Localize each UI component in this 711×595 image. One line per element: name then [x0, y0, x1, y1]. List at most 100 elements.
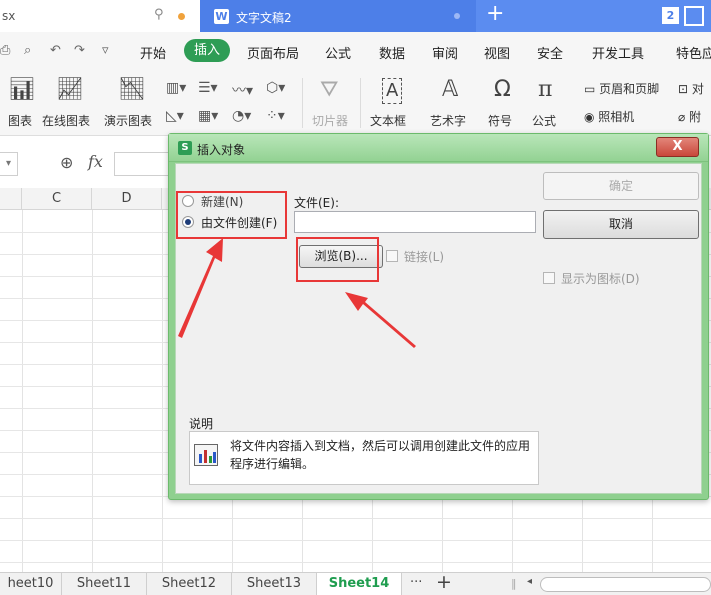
file-label: 文件(E):: [294, 196, 339, 210]
menu-review[interactable]: 审阅: [432, 43, 458, 62]
redo-icon[interactable]: ↷: [74, 43, 85, 58]
camera-label: 照相机: [598, 110, 635, 124]
link-label: 链接(L): [404, 250, 445, 264]
menu-features[interactable]: 特色应: [676, 43, 711, 62]
column-chart-dropdown[interactable]: ▥▾: [166, 80, 186, 96]
slicer-button[interactable]: ⛛ 切片器: [310, 68, 356, 136]
window-count-badge[interactable]: 2: [662, 7, 679, 24]
equation-button[interactable]: π 公式: [532, 68, 576, 136]
text-box-icon: A: [382, 78, 403, 104]
stock-chart-dropdown[interactable]: ▦▾: [198, 108, 218, 124]
cancel-button[interactable]: 取消: [543, 210, 699, 239]
grid-line: [0, 518, 711, 519]
dialog-title: 插入对象: [197, 143, 246, 157]
sheet-tab-bar: heet10 Sheet11 Sheet12 Sheet13 Sheet14 ·…: [0, 571, 711, 595]
window-layout-icon[interactable]: [684, 6, 704, 26]
new-tab-button[interactable]: +: [486, 3, 504, 25]
file-tab-spreadsheet[interactable]: sx ⚲: [0, 0, 200, 32]
insert-ribbon: 📊︎ 图表 📈︎ 在线图表 📉︎ 演示图表 ▥▾ ☰▾ 〰▾ ⬡▾ ◺▾ ▦▾ …: [0, 68, 711, 136]
zoom-icon[interactable]: ⊕: [60, 153, 73, 172]
column-header-d[interactable]: D: [92, 188, 162, 210]
display-as-icon-label: 显示为图标(D): [561, 272, 640, 286]
display-as-icon-checkbox[interactable]: [543, 272, 555, 284]
menu-home[interactable]: 开始: [140, 43, 166, 62]
demo-chart-icon: 📉︎: [118, 77, 146, 102]
file-tab-document[interactable]: W 文字文稿2: [200, 0, 476, 32]
close-button[interactable]: X: [656, 137, 699, 157]
ok-button[interactable]: 确定: [543, 172, 699, 200]
chart-button[interactable]: 📊︎ 图表: [0, 68, 38, 136]
dialog-title-bar[interactable]: S 插入对象 X: [169, 134, 708, 162]
column-header-partial[interactable]: [0, 188, 22, 210]
menu-data[interactable]: 数据: [379, 43, 405, 62]
object-chart-icon: [194, 444, 218, 466]
scroll-split-handle-icon[interactable]: ‖: [511, 577, 517, 590]
menu-insert[interactable]: 插入: [184, 39, 230, 62]
sheet-tab[interactable]: Sheet11: [62, 573, 147, 595]
area-chart-dropdown[interactable]: ◺▾: [166, 108, 184, 124]
fx-icon[interactable]: fx: [88, 152, 103, 171]
more-sheets-button[interactable]: ···: [410, 575, 422, 590]
sheet-tab[interactable]: heet10: [0, 573, 62, 595]
menu-developer[interactable]: 开发工具: [592, 43, 644, 62]
demo-chart-button[interactable]: 📉︎ 演示图表: [104, 68, 160, 136]
quick-access-more-icon[interactable]: ▿: [102, 43, 109, 58]
bar-chart-dropdown[interactable]: ☰▾: [198, 80, 218, 96]
header-footer-button[interactable]: ▭ 页眉和页脚: [584, 80, 659, 97]
name-box-dropdown-icon[interactable]: ▾: [0, 152, 18, 176]
doc-tab-label: 文字文稿2: [236, 11, 292, 25]
print-preview-icon[interactable]: ⎙: [0, 43, 10, 58]
file-tab-label: sx: [2, 9, 16, 23]
text-box-button[interactable]: A 文本框: [368, 68, 422, 136]
attachment-button[interactable]: ⌀ 附: [678, 108, 701, 125]
formula-input[interactable]: [114, 152, 174, 176]
camera-button[interactable]: ◉ 照相机: [584, 108, 634, 125]
add-sheet-button[interactable]: +: [436, 571, 452, 593]
radar-chart-dropdown[interactable]: ⬡▾: [266, 80, 285, 96]
scatter-chart-dropdown[interactable]: ⁘▾: [266, 108, 285, 124]
object-button[interactable]: ⊡ 对: [678, 80, 704, 97]
menu-security[interactable]: 安全: [537, 43, 563, 62]
pin-icon[interactable]: ⚲: [154, 7, 164, 22]
word-art-label: 艺术字: [430, 114, 467, 128]
insert-object-dialog: S 插入对象 X 新建(N) 由文件创建(F) 文件(E): 浏览(B)... …: [168, 133, 709, 500]
description-group: 说明 将文件内容插入到文档，然后可以调用创建此文件的应用程序进行编辑。: [186, 415, 542, 487]
link-checkbox[interactable]: [386, 250, 398, 262]
word-art-icon: 𝔸: [442, 77, 459, 102]
object-label: 对: [691, 82, 704, 96]
chart-label: 图表: [8, 114, 33, 128]
menu-view[interactable]: 视图: [484, 43, 510, 62]
symbol-button[interactable]: Ω 符号: [488, 68, 528, 136]
spreadsheet-app-icon: S: [178, 141, 192, 155]
line-chart-dropdown[interactable]: 〰▾: [232, 80, 253, 100]
horizontal-scrollbar[interactable]: [540, 577, 711, 592]
sheet-tab-active[interactable]: Sheet14: [317, 573, 402, 595]
omega-icon: Ω: [494, 77, 511, 102]
file-path-input[interactable]: [294, 211, 536, 233]
attachment-icon: ⌀: [678, 110, 690, 124]
menu-formulas[interactable]: 公式: [325, 43, 351, 62]
undo-icon[interactable]: ↶: [50, 43, 61, 58]
object-icon: ⊡: [678, 82, 692, 96]
description-text: 将文件内容插入到文档，然后可以调用创建此文件的应用程序进行编辑。: [230, 439, 531, 471]
title-bar: sx ⚲ W 文字文稿2 + 2: [0, 0, 711, 32]
menu-page-layout[interactable]: 页面布局: [247, 43, 299, 62]
online-chart-label: 在线图表: [42, 114, 91, 128]
pie-chart-dropdown[interactable]: ◔▾: [232, 108, 251, 124]
column-header-c[interactable]: C: [22, 188, 92, 210]
pi-icon: π: [538, 77, 553, 102]
symbol-label: 符号: [488, 114, 513, 128]
highlight-box-browse: [296, 237, 379, 282]
text-box-label: 文本框: [370, 114, 407, 128]
online-chart-button[interactable]: 📈︎ 在线图表: [42, 68, 98, 136]
tab-status-dot-icon: [454, 13, 460, 19]
slicer-icon: ⛛: [320, 77, 339, 102]
sheet-tab[interactable]: Sheet13: [232, 573, 317, 595]
zoom-preview-icon[interactable]: ⌕: [24, 43, 31, 58]
description-frame: 将文件内容插入到文档，然后可以调用创建此文件的应用程序进行编辑。: [189, 431, 539, 485]
sheet-tab[interactable]: Sheet12: [147, 573, 232, 595]
slicer-label: 切片器: [312, 114, 349, 128]
scroll-left-icon[interactable]: ◂: [527, 576, 532, 587]
grid-line: [0, 562, 711, 563]
word-art-button[interactable]: 𝔸 艺术字: [428, 68, 482, 136]
